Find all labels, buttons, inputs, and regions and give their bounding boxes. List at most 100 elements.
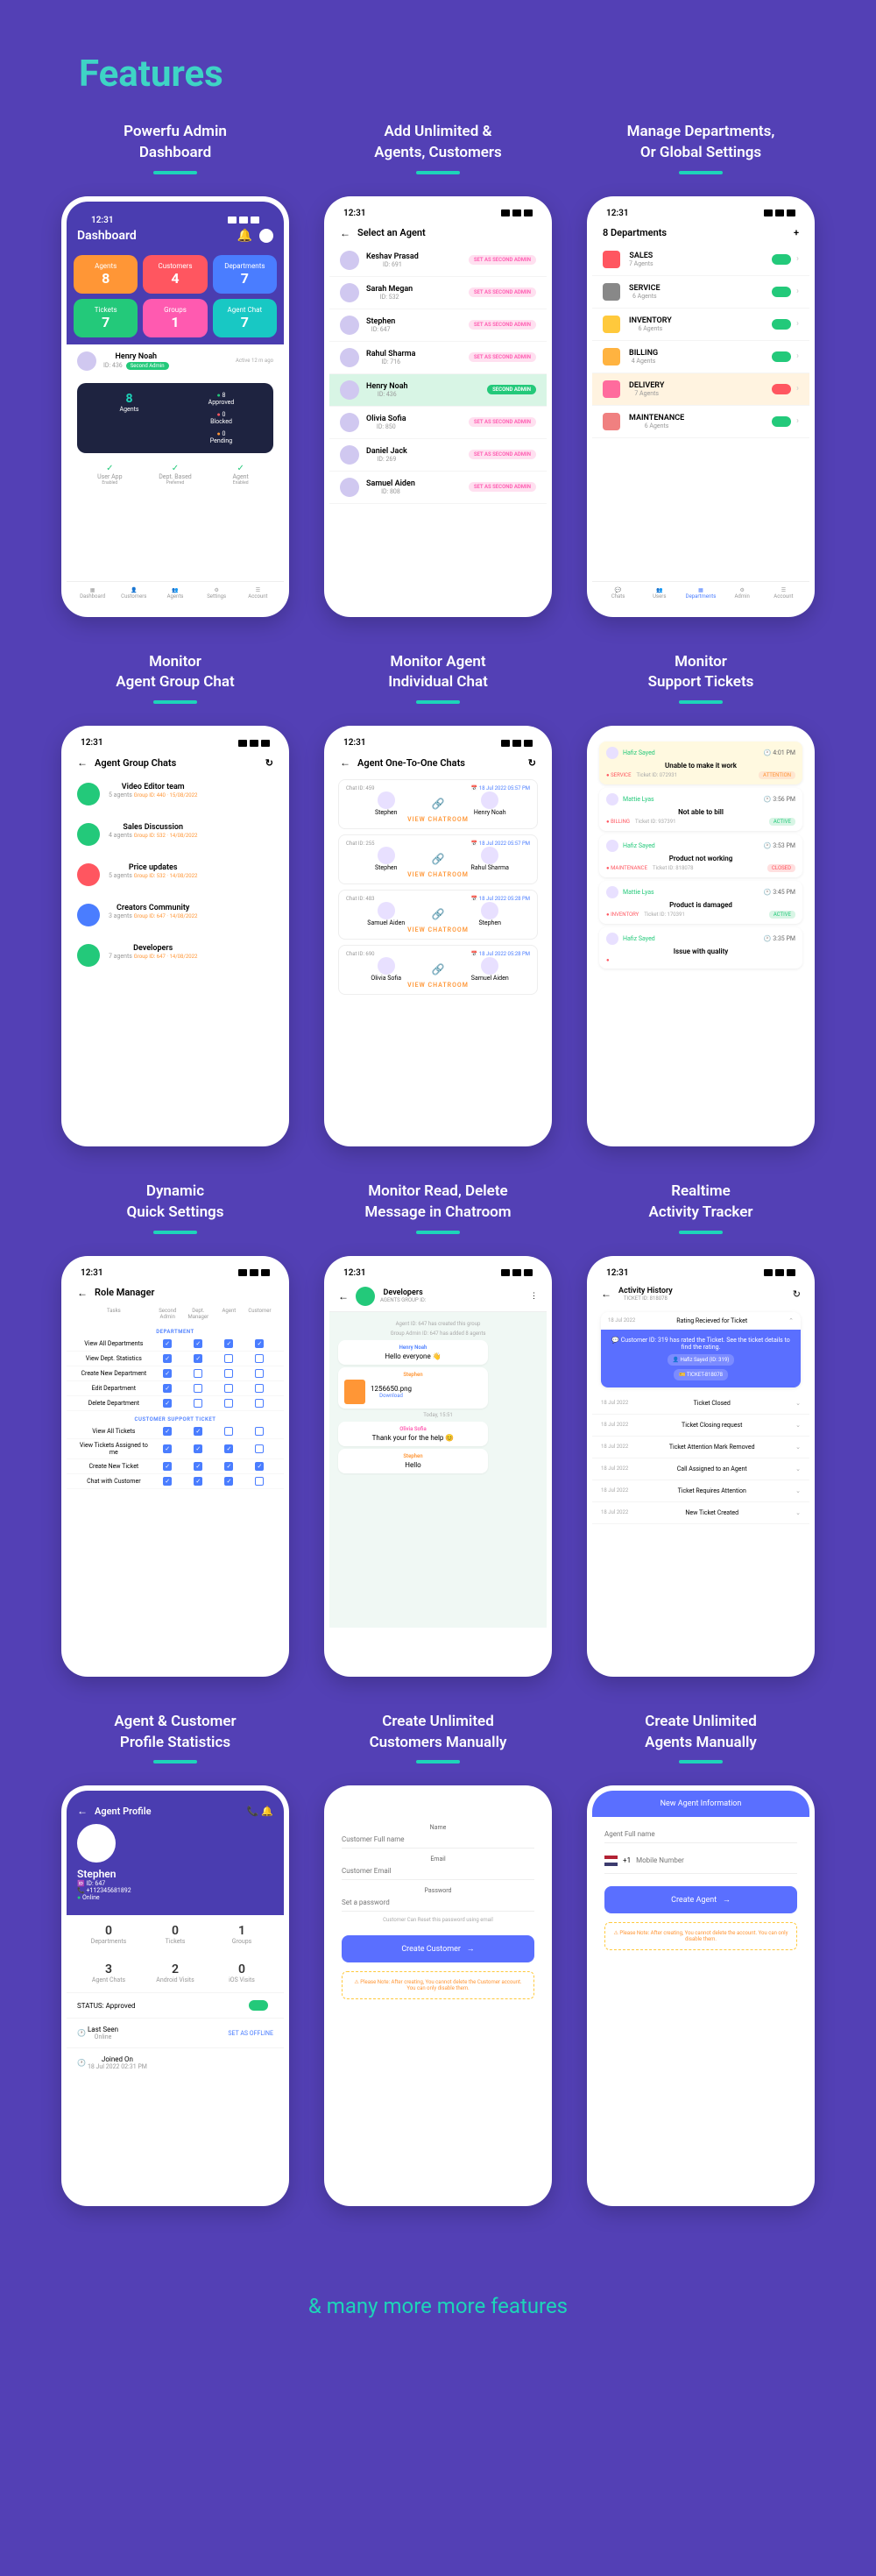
name-input[interactable] [342, 1831, 534, 1849]
checkbox[interactable]: ✓ [163, 1427, 172, 1436]
flag-icon[interactable] [604, 1856, 618, 1866]
checkbox[interactable]: ✓ [224, 1462, 233, 1471]
admin-pill[interactable]: SET AS SECOND ADMIN [469, 287, 536, 297]
set-offline-btn[interactable]: SET AS OFFLINE [228, 2030, 273, 2037]
tile-agentchat[interactable]: Agent Chat7 [213, 299, 277, 337]
checkbox[interactable]: ✓ [163, 1339, 172, 1348]
group-row[interactable]: Sales Discussion4 agents Group ID: 532 ·… [67, 814, 284, 855]
nav-departments[interactable]: ▦Departments [680, 587, 721, 600]
view-chatroom-btn[interactable]: VIEW CHATROOM [346, 871, 530, 878]
refresh-icon[interactable]: ↻ [793, 1288, 801, 1300]
chat-card[interactable]: Chat ID: 483📅 18 Jul 2022 05:28 PMSamuel… [338, 890, 538, 940]
checkbox[interactable]: ✓ [194, 1462, 202, 1471]
agent-name-input[interactable] [604, 1826, 797, 1843]
ticket-card[interactable]: Hafiz Sayed🕐 3:53 PMProduct not working●… [599, 834, 802, 877]
country-code[interactable]: +1 [623, 1856, 631, 1864]
checkbox[interactable] [255, 1354, 264, 1363]
dept-row[interactable]: INVENTORY6 Agents› [592, 309, 809, 341]
tile-tickets[interactable]: Tickets7 [74, 299, 138, 337]
dept-toggle[interactable] [772, 351, 791, 362]
view-chatroom-btn[interactable]: VIEW CHATROOM [346, 982, 530, 989]
dept-row[interactable]: SALES7 Agents› [592, 244, 809, 276]
nav-admin[interactable]: ⚙Admin [722, 587, 763, 600]
ticket-card[interactable]: Hafiz Sayed🕐 4:01 PMUnable to make it wo… [599, 742, 802, 784]
checkbox[interactable]: ✓ [224, 1339, 233, 1348]
agent-row[interactable]: StephenID: 647SET AS SECOND ADMIN [329, 309, 547, 342]
create-agent-button[interactable]: Create Agent → [604, 1886, 797, 1913]
activity-row[interactable]: 18 Jul 2022New Ticket Created⌄ [592, 1502, 809, 1524]
group-row[interactable]: Price updates5 agents Group ID: 532 · 14… [67, 855, 284, 895]
checkbox[interactable]: ✓ [163, 1399, 172, 1408]
ticket-card[interactable]: Hafiz Sayed🕐 3:35 PMIssue with quality● [599, 927, 802, 969]
back-icon[interactable]: ← [340, 227, 350, 239]
agent-row[interactable]: Sarah MeganID: 532SET AS SECOND ADMIN [329, 277, 547, 309]
chat-card[interactable]: Chat ID: 690📅 18 Jul 2022 05:28 PMOlivia… [338, 945, 538, 995]
tile-agents[interactable]: Agents8 [74, 255, 138, 294]
admin-pill[interactable]: SET AS SECOND ADMIN [469, 352, 536, 362]
activity-row[interactable]: 18 Jul 2022Call Assigned to an Agent⌄ [592, 1458, 809, 1480]
activity-row[interactable]: 18 Jul 2022Ticket Closing request⌄ [592, 1415, 809, 1437]
notification-icon[interactable]: 🔔 [261, 1806, 273, 1817]
checkbox[interactable] [255, 1444, 264, 1453]
message[interactable]: Henry NoahHello everyone 👋 [338, 1340, 488, 1365]
dept-row[interactable]: DELIVERY7 Agents› [592, 373, 809, 406]
nav-account[interactable]: ☰Account [763, 587, 804, 600]
checkbox[interactable] [255, 1477, 264, 1486]
message[interactable]: Olivia SofiaThank your for the help 😊 [338, 1422, 488, 1446]
user-avatar[interactable] [259, 229, 273, 243]
checkbox[interactable]: ✓ [163, 1477, 172, 1486]
agent-row[interactable]: Olivia SofiaID: 850SET AS SECOND ADMIN [329, 407, 547, 439]
admin-pill[interactable]: SET AS SECOND ADMIN [469, 417, 536, 427]
password-input[interactable] [342, 1894, 534, 1912]
download-link[interactable]: Download [371, 1393, 412, 1399]
checkbox[interactable]: ✓ [224, 1477, 233, 1486]
admin-pill[interactable]: SECOND ADMIN [487, 385, 536, 394]
back-icon[interactable]: ← [77, 1805, 88, 1817]
admin-pill[interactable]: SET AS SECOND ADMIN [469, 482, 536, 492]
activity-row[interactable]: 18 Jul 2022Ticket Attention Mark Removed… [592, 1437, 809, 1458]
checkbox[interactable] [224, 1369, 233, 1378]
add-icon[interactable]: + [794, 227, 799, 238]
group-row[interactable]: Video Editor team5 agents Group ID: 440 … [67, 774, 284, 814]
tab-agent[interactable]: ✓AgentEnabled [208, 464, 273, 486]
admin-pill[interactable]: SET AS SECOND ADMIN [469, 320, 536, 330]
chat-card[interactable]: Chat ID: 255📅 18 Jul 2022 05:57 PMStephe… [338, 834, 538, 884]
dept-row[interactable]: MAINTENANCE6 Agents› [592, 406, 809, 438]
activity-card[interactable]: 18 Jul 2022Rating Recieved for Ticket⌃ 💬… [601, 1312, 801, 1387]
dept-toggle[interactable] [772, 416, 791, 427]
call-icon[interactable]: 📞 [247, 1806, 259, 1817]
back-icon[interactable]: ← [340, 756, 350, 769]
agent-row[interactable]: Henry NoahID: 436SECOND ADMIN [329, 374, 547, 407]
checkbox[interactable]: ✓ [163, 1462, 172, 1471]
nav-customers[interactable]: 👤Customers [113, 587, 154, 600]
checkbox[interactable]: ✓ [194, 1477, 202, 1486]
agent-row[interactable]: Samuel AidenID: 808SET AS SECOND ADMIN [329, 472, 547, 504]
checkbox[interactable] [194, 1399, 202, 1408]
nav-settings[interactable]: ⚙Settings [196, 587, 237, 600]
back-icon[interactable]: ← [77, 1287, 88, 1299]
tile-customers[interactable]: Customers4 [143, 255, 207, 294]
create-customer-button[interactable]: Create Customer → [342, 1935, 534, 1962]
checkbox[interactable] [255, 1427, 264, 1436]
checkbox[interactable]: ✓ [224, 1444, 233, 1453]
notification-icon[interactable]: 🔔 [237, 229, 252, 243]
tile-groups[interactable]: Groups1 [143, 299, 207, 337]
dept-toggle[interactable] [772, 319, 791, 330]
checkbox[interactable]: ✓ [163, 1369, 172, 1378]
tab-userapp[interactable]: ✓User AppEnabled [77, 464, 143, 486]
checkbox[interactable]: ✓ [194, 1354, 202, 1363]
activity-row[interactable]: 18 Jul 2022Ticket Requires Attention⌄ [592, 1480, 809, 1502]
agent-row[interactable]: Rahul SharmaID: 716SET AS SECOND ADMIN [329, 342, 547, 374]
message[interactable]: StephenHello [338, 1449, 488, 1473]
group-row[interactable]: Creators Community3 agents Group ID: 647… [67, 895, 284, 935]
checkbox[interactable]: ✓ [194, 1427, 202, 1436]
checkbox[interactable]: ✓ [194, 1444, 202, 1453]
refresh-icon[interactable]: ↻ [265, 757, 273, 769]
checkbox[interactable] [194, 1369, 202, 1378]
tab-dept[interactable]: ✓Dept. BasedPreferred [143, 464, 208, 486]
checkbox[interactable] [224, 1427, 233, 1436]
dept-toggle[interactable] [772, 254, 791, 265]
refresh-icon[interactable]: ↻ [528, 757, 536, 769]
email-input[interactable] [342, 1863, 534, 1880]
phone-input[interactable] [636, 1852, 797, 1869]
